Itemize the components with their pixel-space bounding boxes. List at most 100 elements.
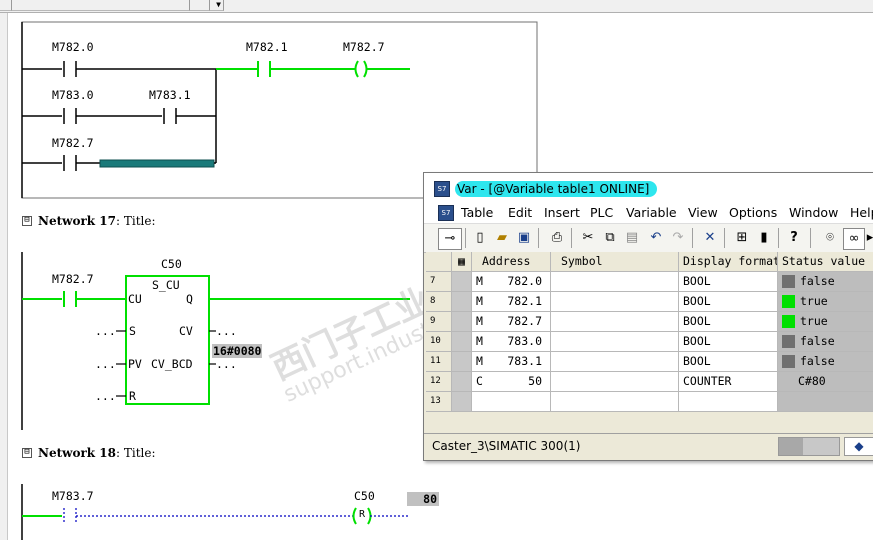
status-diamond-icon[interactable]: ◆ [844,437,873,456]
display-format-cell[interactable]: BOOL [679,292,778,312]
menu-plc[interactable]: PLC [590,205,613,220]
column-header-status-value[interactable]: Status value [778,252,873,272]
table-grid-icon[interactable]: ▦ [452,252,472,272]
display-format-cell[interactable]: BOOL [679,332,778,352]
status-bar: Caster_3\SIMATIC 300(1) ◆ [424,433,873,459]
new-icon[interactable]: ▯ [470,228,490,248]
collapse-network-18-icon[interactable]: ⊟ [22,448,32,458]
pin-icon[interactable]: ⊸ [438,228,462,250]
online-icon[interactable]: ⊞ [732,228,752,248]
column-header-address[interactable]: Address [472,252,551,272]
pin-cu: CU [128,292,142,306]
status-indicator [782,335,795,348]
copy-icon[interactable]: ⧉ [600,228,620,248]
address-cell[interactable]: M 783.0 [472,332,551,352]
monitor-icon[interactable]: ▮ [754,228,774,248]
symbol-cell[interactable] [551,352,679,372]
row-selector[interactable] [452,392,472,412]
display-format-cell[interactable]: COUNTER [679,372,778,392]
display-format-cell[interactable] [679,392,778,412]
row-selector[interactable] [452,352,472,372]
pin-pv: PV [128,357,142,371]
symbol-cell[interactable] [551,392,679,412]
doc-icon[interactable]: S7 [438,205,454,221]
row-selector[interactable] [452,312,472,332]
symbol-cell[interactable] [551,292,679,312]
input-s-value[interactable]: ... [95,324,116,338]
row-number[interactable]: 8 [426,292,452,312]
column-header-symbol[interactable]: Symbol [551,252,679,272]
variable-table: ▦ Address Symbol Display format Status v… [426,252,873,412]
window-titlebar[interactable]: S7 Var - [@Variable table1 ONLINE] [424,173,873,203]
watch-icon[interactable]: ∞ [843,228,865,250]
status-indicator [782,295,795,308]
block-type: S_CU [152,278,180,292]
address-number: 783.0 [507,334,542,348]
address-number: 782.0 [507,274,542,288]
output-cv-bcd-value[interactable]: ... [216,357,237,371]
row-selector[interactable] [452,332,472,352]
row-selector[interactable] [452,272,472,292]
row-number[interactable]: 9 [426,312,452,332]
symbol-cell[interactable] [551,332,679,352]
row-number[interactable]: 7 [426,272,452,292]
redo-icon[interactable]: ↷ [668,228,688,248]
contact-label: M782.1 [246,40,288,54]
address-number: 783.1 [507,354,542,368]
status-text: false [800,354,835,368]
menu-insert[interactable]: Insert [544,205,580,220]
input-pv-value[interactable]: ... [95,357,116,371]
row-number[interactable]: 12 [426,372,452,392]
menu-view[interactable]: View [688,205,718,220]
menu-window[interactable]: Window [789,205,838,220]
save-icon[interactable]: ▣ [514,228,534,248]
row-selector[interactable] [452,372,472,392]
address-cell[interactable] [472,392,551,412]
address-number: 50 [528,374,542,388]
open-icon[interactable]: ▰ [492,228,512,248]
toolbar-separator [465,228,466,248]
undo-icon[interactable]: ↶ [646,228,666,248]
print-icon[interactable]: ⎙ [547,228,567,248]
address-cell[interactable]: M 783.1 [472,352,551,372]
pin-cv: CV [179,324,193,338]
help-icon[interactable]: ? [784,228,804,248]
menu-options[interactable]: Options [729,205,777,220]
column-header-display-format[interactable]: Display format [679,252,778,272]
chevron-right-icon[interactable]: ▸ [866,228,873,248]
status-value-cell: true [778,292,873,312]
symbol-cell[interactable] [551,312,679,332]
status-text: true [800,314,828,328]
glasses-icon[interactable]: ⌾ [820,228,840,248]
window-title: Var - [@Variable table1 ONLINE] [455,181,658,197]
variable-table-window[interactable]: S7 Var - [@Variable table1 ONLINE] S7 Ta… [423,172,873,461]
menu-table[interactable]: Table [461,205,493,220]
menu-help[interactable]: Help [850,205,873,220]
address-cell[interactable]: M 782.1 [472,292,551,312]
row-number[interactable]: 11 [426,352,452,372]
display-format-cell[interactable]: BOOL [679,352,778,372]
collapse-network-17-icon[interactable]: ⊟ [22,216,32,226]
row-selector[interactable] [452,292,472,312]
coil-label: C50 [354,489,375,503]
input-r-value[interactable]: ... [95,389,116,403]
address-cell[interactable]: M 782.0 [472,272,551,292]
address-cell[interactable]: M 782.7 [472,312,551,332]
symbol-cell[interactable] [551,372,679,392]
symbol-cell[interactable] [551,272,679,292]
paste-icon[interactable]: ▤ [622,228,642,248]
output-cv-value[interactable]: ... [216,324,237,338]
row-number[interactable]: 10 [426,332,452,352]
status-indicator [782,355,795,368]
status-text: true [800,294,828,308]
address-cell[interactable]: C 50 [472,372,551,392]
toolbar-separator [778,228,779,248]
menu-edit[interactable]: Edit [508,205,532,220]
row-number[interactable]: 13 [426,392,452,412]
menu-variable[interactable]: Variable [626,205,677,220]
delete-icon[interactable]: ✕ [700,228,720,248]
cut-icon[interactable]: ✂ [578,228,598,248]
display-format-cell[interactable]: BOOL [679,312,778,332]
display-format-cell[interactable]: BOOL [679,272,778,292]
menu-bar: S7 Table Edit Insert PLC Variable View O… [424,203,873,223]
